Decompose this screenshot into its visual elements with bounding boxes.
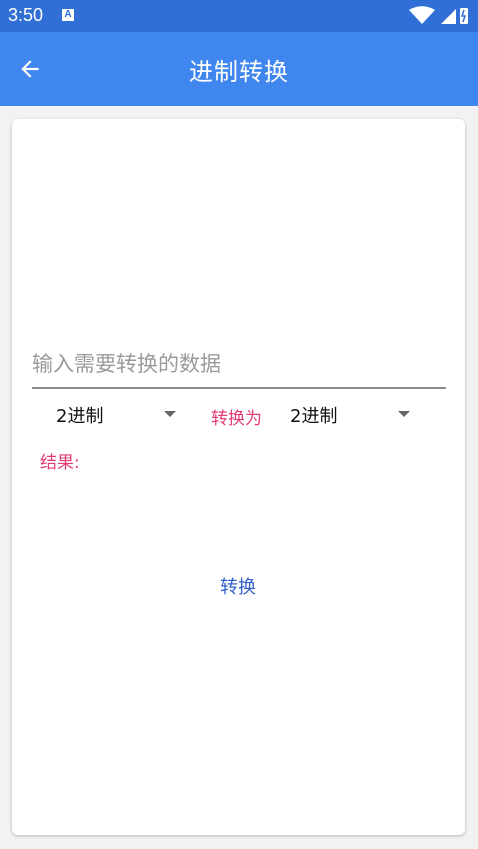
status-bar: 3:50 A xyxy=(0,0,478,32)
notification-badge: A xyxy=(62,9,74,21)
dropdown-arrow-icon xyxy=(398,411,410,417)
convert-to-label: 转换为 xyxy=(211,409,262,429)
dropdown-arrow-icon xyxy=(164,411,176,417)
converter-card: 2进制 转换为 2进制 结果: 转换 xyxy=(12,119,465,835)
signal-icon xyxy=(441,9,456,24)
from-base-select[interactable]: 2进制 xyxy=(56,398,176,432)
convert-button[interactable]: 转换 xyxy=(208,569,268,603)
number-input[interactable] xyxy=(32,341,446,387)
result-label: 结果: xyxy=(40,453,80,473)
status-time: 3:50 xyxy=(8,5,44,25)
status-icons xyxy=(409,6,468,24)
wifi-icon xyxy=(409,6,435,24)
to-base-value: 2进制 xyxy=(290,406,338,427)
input-container xyxy=(32,341,446,389)
page-title: 进制转换 xyxy=(189,58,289,86)
to-base-select[interactable]: 2进制 xyxy=(290,398,410,432)
from-base-value: 2进制 xyxy=(56,406,104,427)
app-bar: 进制转换 xyxy=(0,32,478,106)
